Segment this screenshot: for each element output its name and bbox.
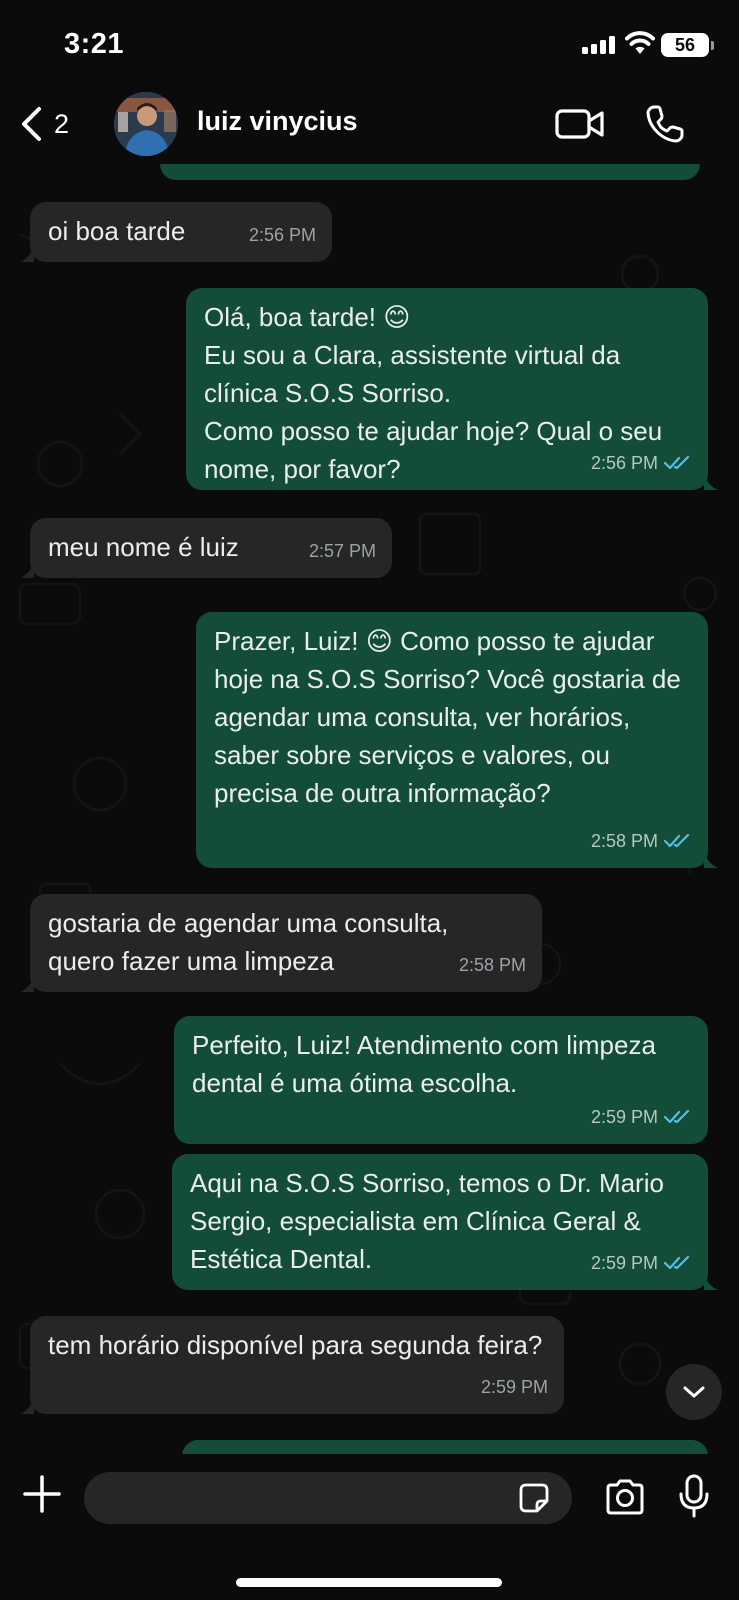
scroll-to-bottom-button[interactable]: [666, 1364, 722, 1420]
message-bubble-outgoing[interactable]: Aqui na S.O.S Sorriso, temos o Dr. Mario…: [172, 1154, 708, 1290]
message-composer: [0, 1454, 739, 1600]
message-bubble-incoming[interactable]: meu nome é luiz 2:57 PM: [30, 518, 392, 578]
message-text: Perfeito, Luiz! Atendimento com limpeza …: [192, 1030, 664, 1098]
phone-icon[interactable]: [645, 104, 685, 144]
message-time: 2:59 PM: [590, 1107, 658, 1127]
contact-name[interactable]: luiz vinycius: [197, 106, 358, 137]
unread-count: 2: [54, 108, 70, 139]
bubble-tail: [704, 474, 718, 490]
message-bubble-outgoing[interactable]: Prazer, Luiz! 😊 Como posso te ajudar hoj…: [196, 612, 708, 868]
back-chevron-icon: [22, 107, 41, 141]
message-time: 2:59 PM: [590, 1253, 658, 1273]
message-bubble-incoming[interactable]: tem horário disponível para segunda feir…: [30, 1316, 564, 1414]
message-bubble-outgoing[interactable]: [182, 1440, 708, 1454]
message-bubble-outgoing[interactable]: 2:54 PM: [160, 164, 700, 180]
message-text: tem horário disponível para segunda feir…: [48, 1330, 543, 1360]
read-ticks-icon: [664, 1109, 690, 1124]
message-time: 2:58 PM: [590, 831, 658, 851]
message-bubble-incoming[interactable]: oi boa tarde 2:56 PM: [30, 202, 332, 262]
chat-area[interactable]: 2:54 PM oi boa tarde 2:56 PM Olá, boa ta…: [0, 164, 739, 1454]
message-time: 2:57 PM: [308, 541, 376, 561]
wifi-icon: [625, 31, 655, 54]
message-time: 2:59 PM: [480, 1377, 548, 1397]
battery-indicator: 56: [661, 33, 709, 57]
bubble-tail: [20, 246, 34, 262]
message-time: 2:58 PM: [458, 955, 526, 975]
message-bubble-outgoing[interactable]: Perfeito, Luiz! Atendimento com limpeza …: [174, 1016, 708, 1144]
home-indicator: [236, 1578, 502, 1587]
message-bubble-outgoing[interactable]: Olá, boa tarde! 😊 Eu sou a Clara, assist…: [186, 288, 708, 490]
status-bar: 3:21 56: [0, 0, 739, 90]
bubble-tail: [20, 976, 34, 992]
message-text: Prazer, Luiz! 😊 Como posso te ajudar hoj…: [214, 626, 689, 808]
bubble-tail: [704, 852, 718, 868]
chevron-down-icon: [683, 1386, 705, 1398]
sticker-icon[interactable]: [518, 1482, 550, 1514]
contact-avatar[interactable]: [114, 92, 178, 156]
read-ticks-icon: [664, 1255, 690, 1270]
message-input[interactable]: [84, 1472, 572, 1524]
message-bubble-incoming[interactable]: gostaria de agendar uma consulta, quero …: [30, 894, 542, 992]
message-text: gostaria de agendar uma consulta, quero …: [48, 908, 456, 976]
message-time: 2:54 PM: [583, 164, 650, 174]
bubble-tail: [20, 1398, 34, 1414]
message-time: 2:56 PM: [590, 453, 658, 473]
battery-tip: [711, 41, 714, 50]
chat-header: 2 luiz vinycius: [0, 90, 739, 164]
read-ticks-icon: [664, 455, 690, 470]
video-call-icon[interactable]: [555, 108, 605, 140]
bubble-tail: [704, 1274, 718, 1290]
status-time: 3:21: [64, 28, 125, 60]
camera-icon[interactable]: [604, 1478, 646, 1516]
back-button[interactable]: 2: [20, 104, 90, 144]
message-time: 2:56 PM: [248, 225, 316, 245]
cellular-signal-icon: [582, 36, 616, 54]
bubble-tail: [20, 562, 34, 578]
plus-icon[interactable]: [22, 1474, 62, 1514]
read-ticks-icon: [664, 833, 690, 848]
microphone-icon[interactable]: [677, 1474, 711, 1518]
